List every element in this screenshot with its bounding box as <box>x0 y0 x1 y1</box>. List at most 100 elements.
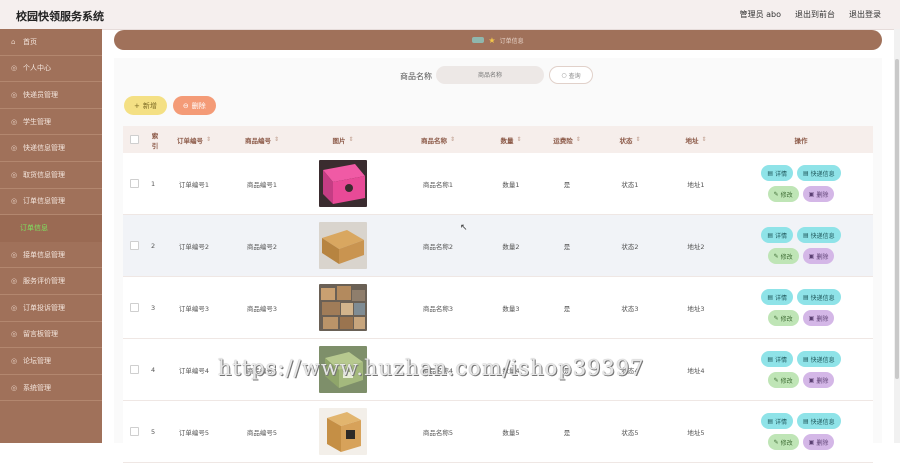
add-button[interactable]: + 新增 <box>124 96 167 115</box>
sidebar-item-forum[interactable]: ◎ 论坛管理 <box>0 348 102 375</box>
sidebar-item-label: 留言板管理 <box>23 330 58 339</box>
row-delete-button[interactable]: ▣ 删除 <box>802 248 835 264</box>
select-all-checkbox[interactable] <box>129 135 139 144</box>
sidebar-item-home[interactable]: ⌂ 首页 <box>0 29 102 56</box>
home-icon[interactable] <box>472 37 485 43</box>
edit-button[interactable]: ✎ 修改 <box>767 434 799 450</box>
header-goods-name[interactable]: 商品名称 ⇕ <box>391 126 485 153</box>
shipping-info-button[interactable]: ▤ 快递信息 <box>797 165 841 181</box>
header-actions: 操作 <box>794 136 808 145</box>
detail-button[interactable]: ▤ 详情 <box>761 289 793 305</box>
shipping-info-button[interactable]: ▤ 快递信息 <box>797 289 841 305</box>
header-insurance[interactable]: 运费险 ⇕ <box>537 126 597 153</box>
row-delete-button[interactable]: ▣ 删除 <box>802 310 835 326</box>
sort-icon: ⇕ <box>635 136 641 143</box>
detail-button[interactable]: ▤ 详情 <box>761 351 793 367</box>
sidebar-item-message[interactable]: ◎ 留言板管理 <box>0 322 102 349</box>
cell-order-no: 订单编号3 <box>178 304 210 313</box>
cell-goods-name: 商品名称3 <box>422 304 454 313</box>
row-delete-button[interactable]: ▣ 删除 <box>802 434 835 450</box>
shipping-info-button[interactable]: ▤ 快递信息 <box>797 413 841 429</box>
sidebar-item-orders[interactable]: ◎ 订单信息管理 <box>0 189 102 216</box>
product-image-kraft-box[interactable] <box>319 408 367 455</box>
cell-insurance: 是 <box>563 180 571 189</box>
detail-button[interactable]: ▤ 详情 <box>761 165 793 181</box>
action-row: + 新增 ⊖ 删除 <box>124 96 216 115</box>
actions-line: ▤ 详情 ▤ 快递信息 <box>761 351 841 367</box>
sidebar-item-label: 取货信息管理 <box>23 170 65 179</box>
actions-line: ✎ 修改 ▣ 删除 <box>767 248 835 264</box>
doc-icon: ▤ <box>767 355 773 363</box>
header-goods-no[interactable]: 商品编号 ⇕ <box>229 126 295 153</box>
exit-to-frontend-link[interactable]: 退出到前台 <box>795 9 835 20</box>
doc-icon: ▤ <box>803 169 809 177</box>
row-checkbox[interactable] <box>129 303 139 312</box>
sidebar-item-complaint[interactable]: ◎ 订单投诉管理 <box>0 295 102 322</box>
detail-button[interactable]: ▤ 详情 <box>761 227 793 243</box>
admin-user-link[interactable]: 管理员 abo <box>740 9 781 20</box>
sidebar-item-profile[interactable]: ◎ 个人中心 <box>0 56 102 83</box>
header-address[interactable]: 地址 ⇕ <box>663 126 729 153</box>
product-image-parcel-pile[interactable] <box>319 284 367 331</box>
product-image-green-box[interactable] <box>319 346 367 393</box>
delete-button[interactable]: ⊖ 删除 <box>172 96 216 115</box>
cell-index: 5 <box>151 427 156 436</box>
header-order-no[interactable]: 订单编号 ⇕ <box>159 126 229 153</box>
sidebar-item-review[interactable]: ◎ 服务评价管理 <box>0 268 102 295</box>
sidebar-item-student[interactable]: ◎ 学生管理 <box>0 109 102 136</box>
cell-quantity: 数量5 <box>502 428 520 437</box>
cell-quantity: 数量1 <box>502 180 520 189</box>
edit-icon: ✎ <box>773 252 779 260</box>
shipping-info-button[interactable]: ▤ 快递信息 <box>797 227 841 243</box>
product-image-cardboard-box[interactable] <box>319 222 367 269</box>
cell-image <box>295 277 391 338</box>
header-image[interactable]: 图片 ⇕ <box>295 126 391 153</box>
header-quantity[interactable]: 数量 ⇕ <box>485 126 537 153</box>
scrollbar-thumb[interactable] <box>895 59 899 379</box>
edit-button-label: 修改 <box>780 377 793 385</box>
mouse-cursor-icon: ↖ <box>460 223 468 233</box>
shipping-info-button-label: 快递信息 <box>810 356 835 364</box>
row-checkbox[interactable] <box>129 241 139 250</box>
user-icon: ◎ <box>11 64 18 73</box>
sidebar-item-accept[interactable]: ◎ 接单信息管理 <box>0 242 102 269</box>
edit-button[interactable]: ✎ 修改 <box>767 248 799 264</box>
cell-actions: ▤ 详情 ▤ 快递信息 ✎ 修改 ▣ 删除 <box>729 215 873 276</box>
header-label: 运费险 <box>553 136 573 145</box>
search-input[interactable] <box>436 66 544 84</box>
sidebar-item-courier[interactable]: ◎ 快递员管理 <box>0 82 102 109</box>
cell-order-no: 订单编号1 <box>178 180 210 189</box>
cell-address: 地址1 <box>687 180 705 189</box>
sidebar: ⌂ 首页 ◎ 个人中心 ◎ 快递员管理 ◎ 学生管理 ◎ 快递信息管理 ◎ 取货信息管理 ◎… <box>0 29 102 443</box>
sidebar-item-system[interactable]: ◎ 系统管理 <box>0 375 102 402</box>
sidebar-item-package[interactable]: ◎ 快递信息管理 <box>0 135 102 162</box>
sidebar-item-label: 首页 <box>23 37 37 46</box>
cell-index: 1 <box>151 179 156 188</box>
row-checkbox[interactable] <box>129 427 139 436</box>
row-delete-button-label: 删除 <box>816 253 829 261</box>
plus-icon: + <box>134 101 140 110</box>
search-button[interactable]: ○ 查询 <box>549 66 593 84</box>
logout-link[interactable]: 退出登录 <box>849 9 881 20</box>
edit-button[interactable]: ✎ 修改 <box>767 310 799 326</box>
sidebar-item-pickup[interactable]: ◎ 取货信息管理 <box>0 162 102 189</box>
shipping-info-button[interactable]: ▤ 快递信息 <box>797 351 841 367</box>
product-image-pink-box[interactable] <box>319 160 367 207</box>
sidebar-subitem-order-info[interactable]: 订单信息 <box>0 215 102 242</box>
page-scrollbar[interactable] <box>894 29 900 443</box>
row-checkbox[interactable] <box>129 179 139 188</box>
row-checkbox[interactable] <box>129 365 139 374</box>
row-delete-button[interactable]: ▣ 删除 <box>802 186 835 202</box>
detail-button-label: 详情 <box>774 294 787 302</box>
header-status[interactable]: 状态 ⇕ <box>597 126 663 153</box>
edit-icon: ✎ <box>773 438 779 446</box>
cell-insurance: 是 <box>563 304 571 313</box>
detail-button[interactable]: ▤ 详情 <box>761 413 793 429</box>
select-all-cell <box>123 126 145 153</box>
row-delete-button[interactable]: ▣ 删除 <box>802 372 835 388</box>
edit-button[interactable]: ✎ 修改 <box>767 372 799 388</box>
cell-goods-no: 商品编号3 <box>246 304 278 313</box>
table-row: 2 订单编号2 商品编号2 商品名称2 数量2 是 状态2 地址2 ▤ 详情 ▤ 快… <box>123 215 873 277</box>
edit-button[interactable]: ✎ 修改 <box>767 186 799 202</box>
edit-icon: ✎ <box>773 376 779 384</box>
